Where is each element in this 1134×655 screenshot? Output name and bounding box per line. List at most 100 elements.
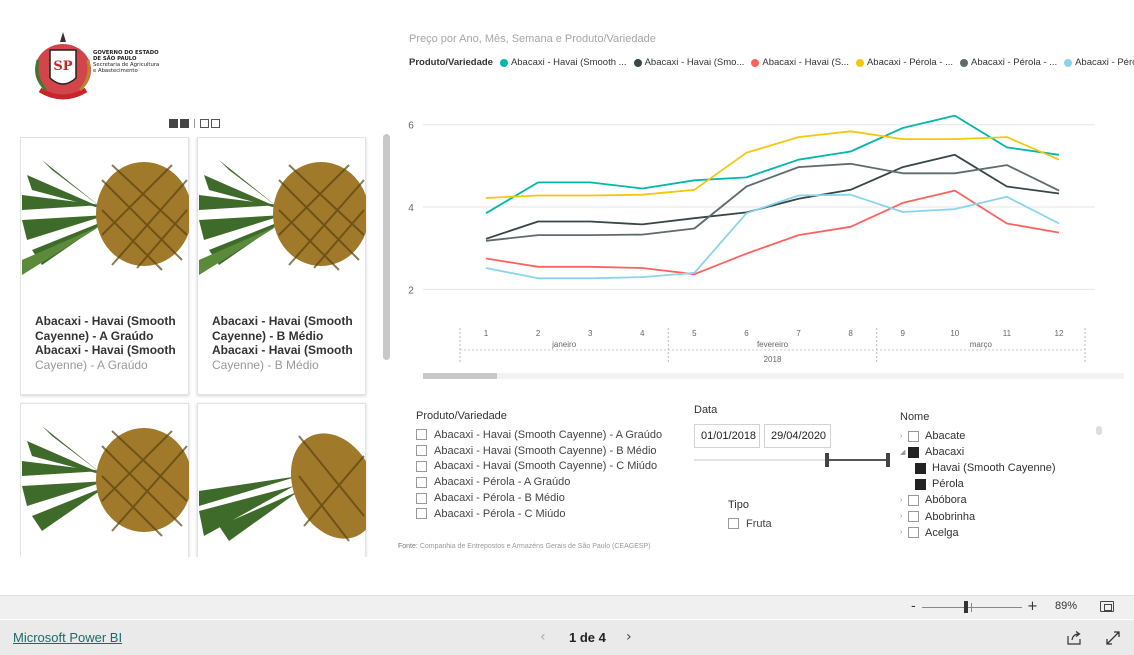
produto-option[interactable]: Abacaxi - Havai (Smooth Cayenne) - A Gra… — [416, 427, 662, 443]
checkbox[interactable] — [416, 492, 427, 504]
checkbox[interactable] — [908, 511, 919, 523]
checkbox[interactable] — [915, 478, 926, 490]
page-dot-2[interactable] — [211, 119, 220, 128]
produto-option[interactable]: Abacaxi - Pérola - C Miúdo — [416, 506, 662, 522]
legend-label: Abacaxi - Pérola - ... — [971, 57, 1058, 68]
product-card[interactable] — [197, 403, 366, 557]
legend-item[interactable]: Abacaxi - Pérola - ... — [855, 57, 953, 68]
checkbox[interactable] — [416, 460, 427, 472]
nome-slicer-tree: › Abacate ◢ Abacaxi Havai (Smooth Cayenne)… — [900, 428, 1056, 541]
legend-dot — [499, 58, 508, 67]
source-text: Companhia de Entrepostos e Armazéns Gera… — [419, 543, 651, 550]
product-card[interactable]: Abacaxi - Havai (Smooth Cayenne) - B Méd… — [197, 137, 366, 395]
collapse-caret-icon[interactable]: ◢ — [900, 448, 907, 456]
checkbox[interactable] — [416, 445, 427, 457]
nome-scrollbar[interactable] — [1096, 426, 1102, 435]
tree-item[interactable]: ◢ Abacaxi — [900, 444, 1056, 460]
date-slider-start-handle[interactable] — [825, 453, 829, 467]
x-year-label: 2018 — [764, 355, 782, 364]
tree-item[interactable]: › Acelga — [900, 525, 1056, 541]
legend-dot — [960, 58, 969, 67]
page-dot-active-2[interactable] — [180, 119, 189, 128]
produto-option[interactable]: Abacaxi - Havai (Smooth Cayenne) - C Miú… — [416, 459, 662, 475]
coat-of-arms-icon: SP — [35, 32, 91, 100]
checkbox[interactable] — [908, 527, 919, 539]
share-icon[interactable] — [1066, 630, 1082, 646]
source-note: Fonte: Companhia de Entrepostos e Armazé… — [398, 543, 651, 550]
legend-item[interactable]: Abacaxi - Pérol... — [1064, 57, 1134, 68]
tree-label: Abacate — [925, 430, 966, 443]
fullscreen-icon[interactable] — [1105, 630, 1121, 646]
x-tick-label: 1 — [484, 329, 489, 338]
expand-caret-icon[interactable]: › — [900, 529, 907, 536]
card-title: Abacaxi - Havai (Smooth Cayenne) - A Gra… — [35, 314, 176, 343]
legend-dot — [633, 58, 642, 67]
checkbox[interactable] — [728, 518, 739, 530]
expand-caret-icon[interactable]: › — [900, 433, 907, 440]
checkbox[interactable] — [915, 462, 926, 474]
expand-caret-icon[interactable]: › — [900, 497, 907, 504]
previous-page-chevron-icon[interactable]: ‹ — [540, 629, 546, 645]
sao-paulo-government-logo: SP GOVERNO DO ESTADO DE SÃO PAULO Secret… — [32, 30, 167, 106]
product-card[interactable]: Abacaxi - Havai (Smooth Cayenne) - A Gra… — [20, 137, 189, 395]
date-slider-end-handle[interactable] — [886, 453, 890, 467]
card-title: Abacaxi - Havai (Smooth Cayenne) - B Méd… — [212, 314, 353, 343]
x-tick-label: 8 — [848, 329, 853, 338]
zoom-in-button[interactable]: + — [1027, 599, 1038, 614]
x-month-label: fevereiro — [757, 340, 789, 349]
tipo-option[interactable]: Fruta — [728, 516, 772, 532]
tree-label: Acelga — [925, 526, 959, 539]
legend-item[interactable]: Abacaxi - Havai (S... — [751, 57, 849, 68]
page-dot-1[interactable] — [200, 119, 209, 128]
checkbox[interactable] — [416, 508, 427, 520]
pineapple-image — [199, 150, 366, 280]
start-date-input[interactable]: 01/01/2018 — [694, 424, 760, 448]
cards-scrollbar[interactable] — [383, 134, 390, 360]
end-date-input[interactable]: 29/04/2020 — [764, 424, 831, 448]
page-dot-active-1[interactable] — [169, 119, 178, 128]
card-subtitle: Abacaxi - Havai (Smooth Cayenne) - A Graú… — [35, 343, 185, 372]
date-slider-range — [827, 459, 888, 461]
x-tick-label: 3 — [588, 329, 593, 338]
legend-item[interactable]: Abacaxi - Havai (Smooth ... — [499, 57, 627, 68]
tree-item[interactable]: Pérola — [900, 476, 1056, 492]
logo-text: GOVERNO DO ESTADO DE SÃO PAULO Secretari… — [93, 50, 167, 74]
y-tick-label: 2 — [408, 285, 414, 296]
card-pager[interactable] — [169, 119, 220, 128]
tree-item[interactable]: › Abacate — [900, 428, 1056, 444]
power-bi-link[interactable]: Microsoft Power BI — [13, 630, 122, 645]
zoom-out-button[interactable]: - — [911, 599, 916, 614]
checkbox[interactable] — [416, 429, 427, 441]
zoom-slider-track[interactable] — [922, 607, 1022, 608]
pineapple-image — [199, 416, 366, 546]
product-card[interactable] — [20, 403, 189, 557]
chart-scroll-thumb[interactable] — [423, 373, 497, 379]
legend-item[interactable]: Abacaxi - Havai (Smo... — [633, 57, 744, 68]
fit-to-page-icon[interactable] — [1100, 601, 1114, 612]
tree-item[interactable]: › Abóbora — [900, 492, 1056, 508]
legend-dot — [1064, 58, 1073, 67]
checkbox[interactable] — [908, 446, 919, 458]
legend-item[interactable]: Abacaxi - Pérola - ... — [960, 57, 1057, 68]
zoom-slider-thumb[interactable] — [964, 601, 968, 613]
chart-scroll-track[interactable] — [423, 373, 1124, 379]
checkbox[interactable] — [416, 476, 427, 488]
tree-item[interactable]: › Abobrinha — [900, 508, 1056, 524]
series-line — [485, 189, 1060, 276]
price-line-chart[interactable]: 2461 2 3 4 5 6 7 8 9 10 11 12janeiro fevereiro março2… — [395, 100, 1095, 370]
produto-option[interactable]: Abacaxi - Havai (Smooth Cayenne) - B Méd… — [416, 443, 662, 459]
y-tick-label: 6 — [408, 121, 414, 132]
report-canvas: SP GOVERNO DO ESTADO DE SÃO PAULO Secret… — [0, 0, 1134, 595]
produto-option[interactable]: Abacaxi - Pérola - B Médio — [416, 490, 662, 506]
next-page-chevron-icon[interactable]: › — [626, 629, 632, 645]
pineapple-icon — [22, 160, 189, 275]
expand-caret-icon[interactable]: › — [900, 513, 907, 520]
series-line — [485, 130, 1060, 199]
pineapple-icon — [199, 160, 366, 275]
produto-option[interactable]: Abacaxi - Pérola - A Graúdo — [416, 474, 662, 490]
option-label: Abacaxi - Havai (Smooth Cayenne) - A Gra… — [434, 428, 663, 441]
option-label: Abacaxi - Pérola - B Médio — [434, 492, 565, 505]
checkbox[interactable] — [908, 494, 919, 506]
tree-item[interactable]: Havai (Smooth Cayenne) — [900, 460, 1056, 476]
checkbox[interactable] — [908, 430, 919, 442]
